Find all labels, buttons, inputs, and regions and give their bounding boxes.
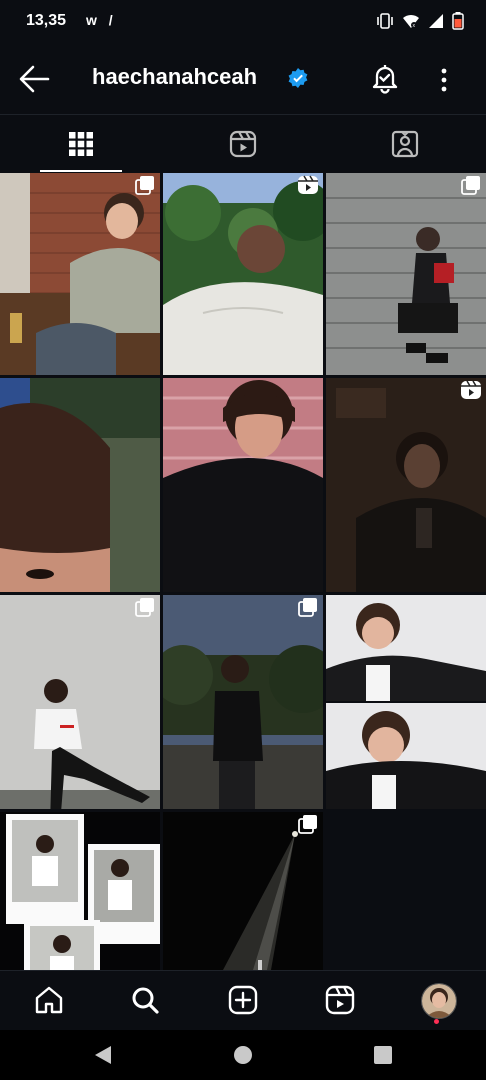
post-thumbnail-11[interactable] bbox=[163, 812, 323, 970]
status-right-icons: x bbox=[376, 12, 464, 30]
bottom-navigation bbox=[0, 970, 486, 1031]
post-thumbnail-6[interactable] bbox=[326, 378, 486, 592]
profile-avatar bbox=[422, 984, 456, 1018]
recents-square-icon bbox=[374, 1046, 392, 1064]
notification-bell-icon bbox=[372, 65, 398, 94]
post-image bbox=[326, 173, 486, 375]
post-image bbox=[0, 173, 160, 375]
post-image bbox=[326, 595, 486, 809]
tab-reels[interactable] bbox=[162, 115, 324, 173]
system-back-button[interactable] bbox=[90, 1042, 116, 1068]
grid-icon bbox=[69, 132, 93, 156]
nav-reels[interactable] bbox=[323, 983, 357, 1017]
post-image bbox=[163, 173, 323, 375]
profile-header: haechanahceah bbox=[0, 44, 486, 115]
tab-posts[interactable] bbox=[0, 115, 162, 173]
home-icon bbox=[35, 986, 63, 1014]
post-thumbnail-7[interactable] bbox=[0, 595, 160, 809]
search-icon bbox=[132, 987, 159, 1014]
wifi-icon: x bbox=[403, 14, 419, 29]
nav-home[interactable] bbox=[32, 983, 66, 1017]
carousel-icon bbox=[298, 815, 317, 834]
status-bar: 13,35 w / x bbox=[0, 0, 486, 44]
vibrate-icon bbox=[377, 13, 393, 29]
post-image bbox=[0, 812, 160, 970]
active-tab-indicator bbox=[40, 170, 122, 172]
back-triangle-icon bbox=[95, 1046, 111, 1064]
reels-icon bbox=[325, 985, 355, 1015]
profile-notification-dot bbox=[434, 1019, 439, 1024]
post-image bbox=[0, 378, 160, 592]
home-circle-icon bbox=[234, 1046, 252, 1064]
post-image bbox=[163, 812, 323, 970]
system-recents-button[interactable] bbox=[370, 1042, 396, 1068]
nav-search[interactable] bbox=[128, 983, 162, 1017]
post-image bbox=[163, 378, 323, 592]
carousel-icon bbox=[461, 176, 480, 195]
post-thumbnail-5[interactable] bbox=[163, 378, 323, 592]
more-vertical-icon bbox=[441, 68, 447, 92]
system-home-button[interactable] bbox=[230, 1042, 256, 1068]
post-thumbnail-10[interactable] bbox=[0, 812, 160, 970]
empty-grid-slot bbox=[326, 812, 486, 970]
add-post-icon bbox=[228, 985, 258, 1015]
carousel-icon bbox=[135, 176, 154, 195]
post-thumbnail-8[interactable] bbox=[163, 595, 323, 809]
notification-bell-button[interactable] bbox=[370, 62, 400, 94]
status-notification-icons: w / bbox=[86, 12, 117, 28]
battery-icon bbox=[452, 12, 464, 30]
post-image bbox=[0, 595, 160, 809]
post-image bbox=[326, 378, 486, 592]
post-thumbnail-1[interactable] bbox=[0, 173, 160, 375]
reels-icon bbox=[229, 130, 257, 158]
post-thumbnail-3[interactable] bbox=[326, 173, 486, 375]
back-button[interactable] bbox=[18, 62, 52, 96]
post-thumbnail-9[interactable] bbox=[326, 595, 486, 809]
signal-icon bbox=[429, 14, 443, 28]
reel-icon bbox=[298, 175, 318, 194]
verified-badge-icon bbox=[288, 68, 308, 88]
post-thumbnail-4[interactable] bbox=[0, 378, 160, 592]
system-navigation-bar bbox=[0, 1030, 486, 1080]
tab-tagged[interactable] bbox=[324, 115, 486, 173]
back-arrow-icon bbox=[19, 65, 50, 93]
profile-username: haechanahceah bbox=[92, 64, 258, 89]
status-time: 13,35 bbox=[26, 12, 67, 29]
post-thumbnail-2[interactable] bbox=[163, 173, 323, 375]
nav-create[interactable] bbox=[226, 983, 260, 1017]
profile-tabs bbox=[0, 115, 486, 173]
carousel-icon bbox=[135, 598, 154, 617]
posts-grid bbox=[0, 173, 486, 970]
carousel-icon bbox=[298, 598, 317, 617]
nav-profile-avatar[interactable] bbox=[421, 983, 457, 1019]
post-image bbox=[163, 595, 323, 809]
tagged-icon bbox=[391, 130, 419, 158]
reel-icon bbox=[461, 380, 481, 399]
more-options-button[interactable] bbox=[434, 66, 454, 94]
